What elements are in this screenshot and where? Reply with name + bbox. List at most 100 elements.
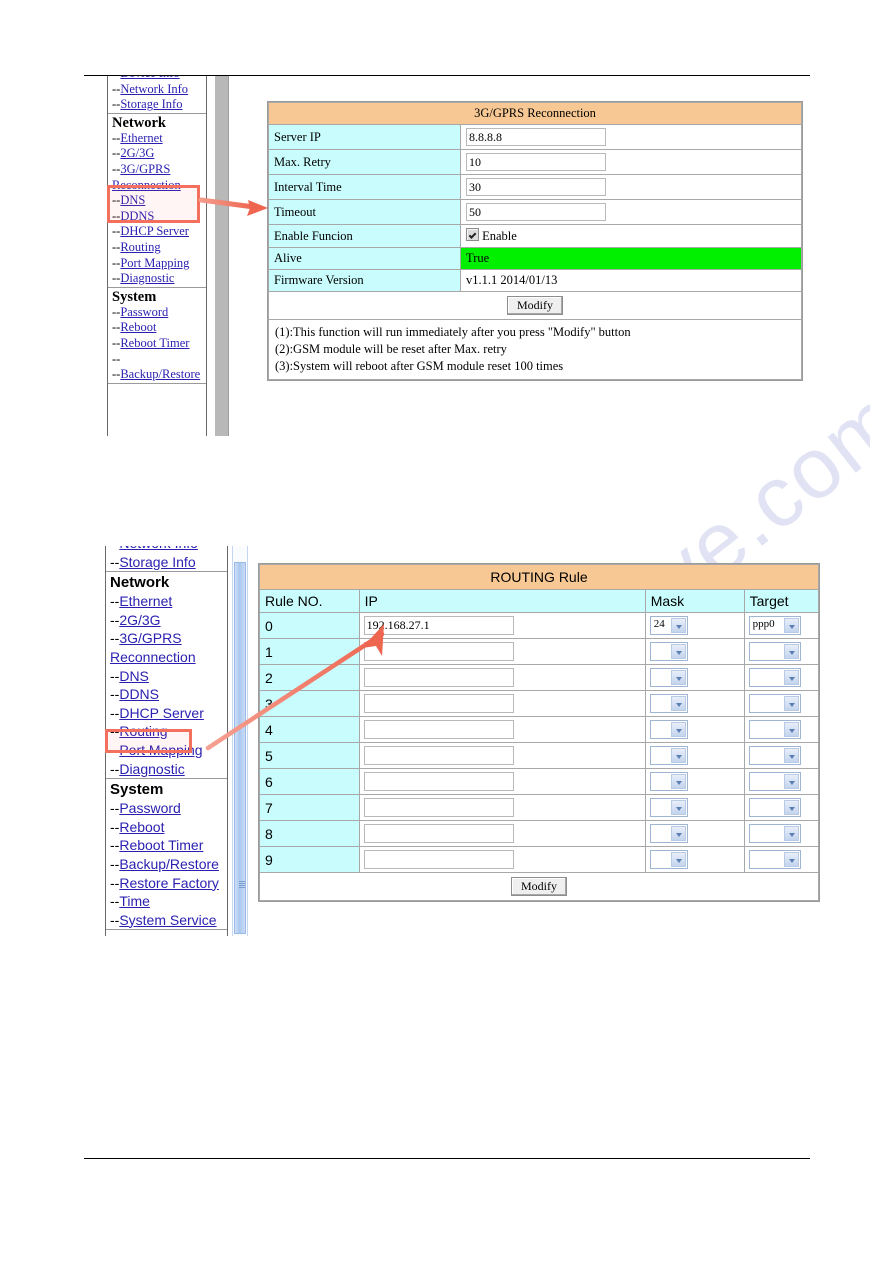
timeout-input[interactable] xyxy=(466,203,606,221)
max-retry-input[interactable] xyxy=(466,153,606,171)
menu-item-ethernet[interactable]: --Ethernet xyxy=(106,592,227,611)
column-header-mask: Mask xyxy=(644,589,745,613)
menu-item-reboot[interactable]: --Reboot xyxy=(108,320,206,336)
routing-row: 9 xyxy=(259,846,820,873)
modify-button[interactable]: Modify xyxy=(507,296,563,315)
annotation-highlight-routing xyxy=(105,729,192,753)
menu-item-storage-info[interactable]: --Storage Info xyxy=(106,553,227,572)
routing-header-row: Rule NO. IP Mask Target xyxy=(259,589,820,613)
figure1-scrollbar[interactable] xyxy=(214,76,229,436)
routing-rule-no: 6 xyxy=(259,768,360,795)
menu-item-backup-restore[interactable]: --Backup/Restore xyxy=(106,855,227,874)
routing-target-cell xyxy=(743,768,820,795)
routing-row: 7 xyxy=(259,794,820,821)
routing-mask-select-2[interactable] xyxy=(649,668,688,687)
menu-item-backup-restore[interactable]: --Backup/Restore xyxy=(108,367,206,383)
routing-mask-select-7[interactable] xyxy=(649,798,688,817)
menu-item-reboot-timer[interactable]: --Reboot Timer xyxy=(106,836,227,855)
annotation-highlight-3g-gprs-reconnection xyxy=(107,185,200,223)
routing-mask-select-1[interactable] xyxy=(649,642,688,661)
routing-mask-cell xyxy=(644,820,745,847)
routing-ip-input-6[interactable] xyxy=(363,772,514,791)
reconnection-title: 3G/GPRS Reconnection xyxy=(268,102,802,125)
menu-group: --Device Info--Network Info--Storage Inf… xyxy=(108,76,206,114)
routing-ip-input-9[interactable] xyxy=(363,850,514,869)
column-header-rule-no: Rule NO. xyxy=(259,589,360,613)
routing-target-select-4[interactable] xyxy=(748,720,801,739)
routing-mask-select-3[interactable] xyxy=(649,694,688,713)
menu-item-3g-gprs[interactable]: --3G/GPRS xyxy=(108,162,206,178)
menu-item-dhcp-server[interactable]: --DHCP Server xyxy=(108,224,206,240)
chevron-down-icon xyxy=(670,644,686,659)
menu-item-password[interactable]: --Password xyxy=(108,305,206,321)
table-row: Modify xyxy=(259,872,819,901)
routing-ip-cell xyxy=(358,794,646,821)
routing-mask-select-0[interactable]: 24 xyxy=(649,616,688,635)
routing-target-select-6[interactable] xyxy=(748,772,801,791)
chevron-down-icon xyxy=(783,722,799,737)
menu-item-reboot-timer[interactable]: --Reboot Timer xyxy=(108,336,206,352)
menu-item-network-info[interactable]: --Network Info xyxy=(108,82,206,98)
row-label-firmware-version: Firmware Version xyxy=(268,269,461,292)
menu-item-routing[interactable]: --Routing xyxy=(108,240,206,256)
column-header-target: Target xyxy=(743,589,820,613)
chevron-down-icon xyxy=(783,774,799,789)
annotation-arrow-1 xyxy=(198,197,268,216)
routing-target-select-3[interactable] xyxy=(748,694,801,713)
routing-row: 8 xyxy=(259,820,820,847)
menu-item-time[interactable]: --Time xyxy=(106,892,227,911)
routing-mask-cell xyxy=(644,742,745,769)
menu-item-clipped[interactable]: --Network Info xyxy=(106,546,227,553)
enable-checkbox[interactable] xyxy=(466,228,479,241)
row-value-interval-time xyxy=(460,174,802,200)
menu-item-storage-info[interactable]: --Storage Info xyxy=(108,97,206,113)
routing-target-select-7[interactable] xyxy=(748,798,801,817)
routing-target-select-0[interactable]: ppp0 xyxy=(748,616,801,635)
routing-target-cell: ppp0 xyxy=(743,612,820,639)
chevron-down-icon xyxy=(670,800,686,815)
figure1-sidebar-menu[interactable]: --Device Info--Network Info--Storage Inf… xyxy=(107,76,207,436)
menu-item-blank[interactable]: -- xyxy=(108,352,206,368)
routing-ip-cell xyxy=(358,768,646,795)
routing-mask-select-6[interactable] xyxy=(649,772,688,791)
table-row: Alive True xyxy=(268,247,802,270)
routing-mask-select-9[interactable] xyxy=(649,850,688,869)
routing-mask-cell: 24 xyxy=(644,612,745,639)
server-ip-input[interactable] xyxy=(466,128,606,146)
menu-item-port-mapping[interactable]: --Port Mapping xyxy=(108,256,206,272)
menu-item-diagnostic[interactable]: --Diagnostic xyxy=(108,271,206,287)
menu-item-reboot[interactable]: --Reboot xyxy=(106,818,227,837)
routing-mask-select-4[interactable] xyxy=(649,720,688,739)
routing-ip-input-7[interactable] xyxy=(363,798,514,817)
chevron-down-icon xyxy=(670,670,686,685)
menu-item-ethernet[interactable]: --Ethernet xyxy=(108,131,206,147)
routing-modify-button-cell: Modify xyxy=(259,872,819,901)
menu-item-restore-factory[interactable]: --Restore Factory xyxy=(106,874,227,893)
routing-mask-select-8[interactable] xyxy=(649,824,688,843)
menu-group: System --Password --Reboot --Reboot Timer --… xyxy=(106,779,227,931)
row-value-server-ip xyxy=(460,124,802,150)
menu-group-title-system: System xyxy=(110,781,164,799)
menu-item-system-service[interactable]: --System Service xyxy=(106,911,227,930)
routing-target-select-5[interactable] xyxy=(748,746,801,765)
routing-modify-button[interactable]: Modify xyxy=(511,877,567,896)
chevron-down-icon xyxy=(783,852,799,867)
routing-target-select-8[interactable] xyxy=(748,824,801,843)
routing-target-select-1[interactable] xyxy=(748,642,801,661)
routing-mask-select-5[interactable] xyxy=(649,746,688,765)
row-label-interval-time: Interval Time xyxy=(268,174,461,200)
menu-item-2g-3g[interactable]: --2G/3G xyxy=(108,146,206,162)
table-row: Modify xyxy=(268,291,802,320)
menu-group-title-network: Network xyxy=(112,114,166,131)
menu-item-diagnostic[interactable]: --Diagnostic xyxy=(106,760,227,779)
routing-rule-no: 9 xyxy=(259,846,360,873)
table-row: Enable Funcion Enable xyxy=(268,224,802,248)
routing-ip-input-8[interactable] xyxy=(363,824,514,843)
interval-time-input[interactable] xyxy=(466,178,606,196)
routing-target-select-2[interactable] xyxy=(748,668,801,687)
routing-ip-cell xyxy=(358,846,646,873)
notes-cell: (1):This function will run immediately a… xyxy=(268,319,802,380)
menu-item-password[interactable]: --Password xyxy=(106,799,227,818)
column-header-ip: IP xyxy=(358,589,646,613)
routing-target-select-9[interactable] xyxy=(748,850,801,869)
